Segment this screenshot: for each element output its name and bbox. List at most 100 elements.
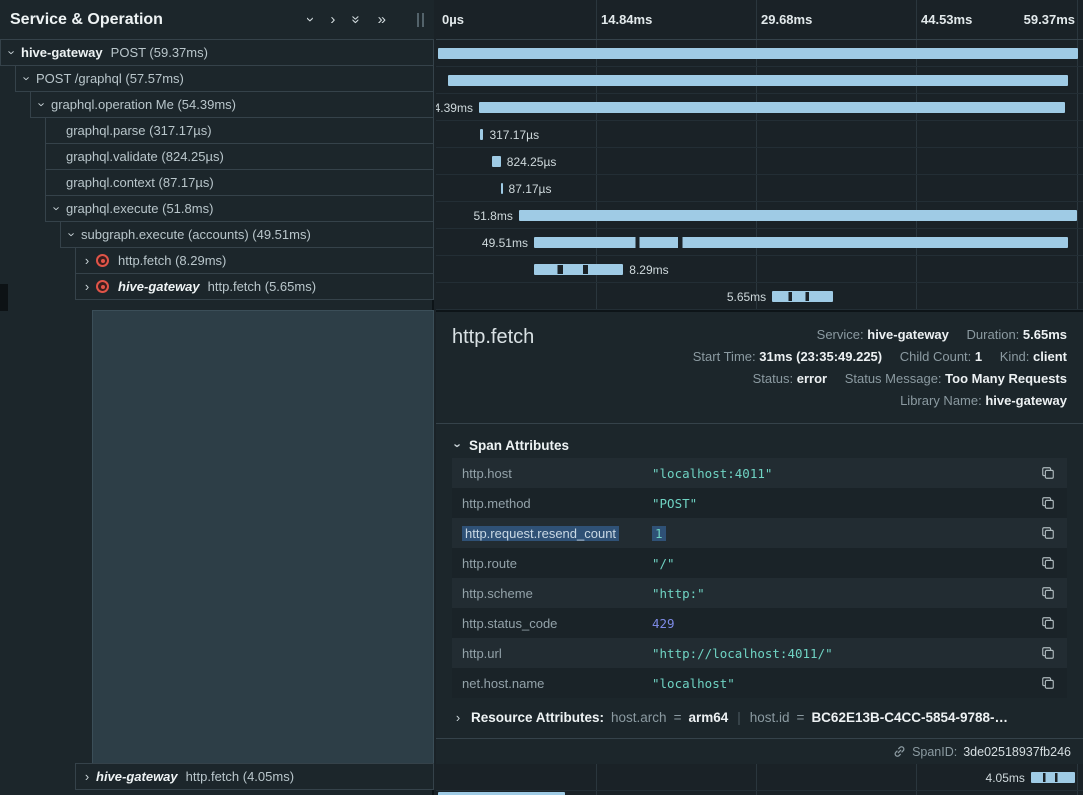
copy-button[interactable] — [1039, 494, 1057, 512]
attr-row[interactable]: net.host.name "localhost" — [452, 668, 1067, 698]
span-row[interactable]: › graphql.context (87.17µs) — [45, 169, 434, 196]
span-attributes-toggle[interactable]: › Span Attributes — [452, 432, 1067, 458]
timeline-row[interactable]: 824.25µs — [436, 148, 1083, 175]
attr-key: http.request.resend_count — [462, 526, 652, 541]
attr-row[interactable]: http.route "/" — [452, 548, 1067, 578]
chevron-right-icon[interactable]: › — [330, 12, 335, 27]
timeline-row[interactable]: 5.65ms — [436, 283, 1083, 310]
span-row[interactable]: › hive-gateway http.fetch (4.05ms) — [75, 763, 434, 790]
bar-duration-label: 51.8ms — [474, 209, 513, 223]
timeline-row[interactable]: 51.8ms — [436, 202, 1083, 229]
span-bar[interactable] — [534, 237, 1068, 248]
span-tree: › hive-gateway POST (59.37ms) › POST /gr… — [0, 40, 434, 300]
meta-value: 1 — [975, 349, 982, 364]
span-row[interactable]: › graphql.execute (51.8ms) — [45, 195, 434, 222]
span-row[interactable]: › graphql.validate (824.25µs) — [45, 143, 434, 170]
bar-duration-label: 87.17µs — [509, 182, 552, 196]
attr-value: "localhost:4011" — [652, 466, 1039, 481]
attr-row-selected[interactable]: http.request.resend_count 1 — [452, 518, 1067, 548]
attr-row[interactable]: http.status_code 429 — [452, 608, 1067, 638]
timeline-row[interactable]: 8.29ms — [436, 256, 1083, 283]
copy-button[interactable] — [1039, 524, 1057, 542]
span-label: graphql.operation Me (54.39ms) — [51, 97, 236, 112]
resource-value: BC62E13B-C4CC-5854-9788-2568… — [811, 710, 1011, 725]
meta-line: Start Time: 31ms (23:35:49.225) Child Co… — [693, 346, 1067, 368]
span-bar[interactable] — [534, 264, 623, 275]
chevron-right-icon[interactable]: › — [81, 770, 93, 783]
span-label: http.fetch (5.65ms) — [208, 279, 316, 294]
attr-key: http.status_code — [462, 616, 652, 631]
timeline-row[interactable]: 317.17µs — [436, 121, 1083, 148]
chevron-down-icon[interactable]: › — [66, 229, 79, 241]
span-row[interactable]: › http.fetch (8.29ms) — [75, 247, 434, 274]
timeline-row[interactable]: 54.39ms — [436, 94, 1083, 121]
span-label: subgraph.execute (accounts) (49.51ms) — [81, 227, 311, 242]
ruler-tick: 14.84ms — [601, 12, 652, 27]
span-row-selected[interactable]: › hive-gateway http.fetch (5.65ms) — [75, 273, 434, 300]
span-row[interactable]: › POST /graphql (57.57ms) — [15, 65, 434, 92]
ruler-tick: 29.68ms — [761, 12, 812, 27]
link-icon — [893, 745, 906, 758]
span-row[interactable]: › graphql.parse (317.17µs) — [45, 117, 434, 144]
copy-button[interactable] — [1039, 584, 1057, 602]
timeline-row[interactable]: 4.05ms — [436, 764, 1083, 791]
chevron-down-icon[interactable]: › — [36, 99, 49, 111]
meta-line: Status: error Status Message: Too Many R… — [693, 368, 1067, 390]
timeline-row[interactable]: 49.51ms — [436, 229, 1083, 256]
span-bar[interactable] — [438, 48, 1078, 59]
span-bar[interactable] — [501, 183, 503, 194]
attributes-table: http.host "localhost:4011" http.method "… — [452, 458, 1067, 698]
attr-value: 429 — [652, 616, 1039, 631]
ruler-tick: 59.37ms — [1024, 12, 1075, 27]
span-bar[interactable] — [519, 210, 1077, 221]
resize-handle-icon[interactable] — [417, 13, 424, 27]
chevron-right-icon[interactable]: › — [81, 254, 93, 267]
bar-duration-label: 5.65ms — [727, 290, 766, 304]
span-bar[interactable] — [479, 102, 1065, 113]
copy-button[interactable] — [1039, 644, 1057, 662]
meta-label: Service: — [817, 327, 864, 342]
span-bar[interactable] — [772, 291, 833, 302]
timeline-row[interactable]: 87.17µs — [436, 175, 1083, 202]
double-chevron-down-icon[interactable]: » — [349, 15, 364, 23]
attr-key: net.host.name — [462, 676, 652, 691]
span-bar[interactable] — [1031, 772, 1075, 783]
chevron-right-icon[interactable]: › — [81, 280, 93, 293]
attr-row[interactable]: http.scheme "http:" — [452, 578, 1067, 608]
copy-button[interactable] — [1039, 554, 1057, 572]
error-status-icon — [96, 254, 109, 267]
bar-duration-label: 317.17µs — [489, 128, 539, 142]
chevron-right-icon[interactable]: › — [452, 711, 464, 724]
copy-button[interactable] — [1039, 614, 1057, 632]
span-row[interactable]: › subgraph.execute (accounts) (49.51ms) — [60, 221, 434, 248]
span-bar[interactable] — [480, 129, 483, 140]
meta-value: hive-gateway — [867, 327, 949, 342]
service-name: hive-gateway — [21, 45, 103, 60]
resource-key: host.arch — [611, 710, 667, 725]
span-row[interactable]: › graphql.operation Me (54.39ms) — [30, 91, 434, 118]
bar-duration-label: 54.39ms — [436, 101, 473, 115]
span-bar[interactable] — [448, 75, 1069, 86]
double-chevron-right-icon[interactable]: » — [378, 12, 386, 27]
chevron-down-icon[interactable]: › — [303, 17, 318, 22]
attr-row[interactable]: http.method "POST" — [452, 488, 1067, 518]
meta-label: Duration: — [967, 327, 1020, 342]
chevron-down-icon[interactable]: › — [21, 73, 34, 85]
chevron-down-icon[interactable]: › — [6, 47, 19, 59]
timeline-ruler: 0µs 14.84ms 29.68ms 44.53ms 59.37ms — [436, 0, 1083, 40]
span-id-footer: SpanID: 3de02518937fb246 — [436, 738, 1083, 764]
selected-span-children-region[interactable] — [92, 310, 434, 764]
meta-line: Library Name: hive-gateway — [693, 390, 1067, 412]
attr-row[interactable]: http.url "http://localhost:4011/" — [452, 638, 1067, 668]
timeline-row[interactable] — [436, 67, 1083, 94]
timeline-row[interactable] — [436, 40, 1083, 67]
attr-value: "/" — [652, 556, 1039, 571]
span-bar[interactable] — [492, 156, 501, 167]
chevron-down-icon[interactable]: › — [51, 203, 64, 215]
resource-attributes-row[interactable]: › Resource Attributes: host.arch = arm64… — [452, 710, 1067, 725]
copy-button[interactable] — [1039, 674, 1057, 692]
span-id-value[interactable]: 3de02518937fb246 — [963, 745, 1071, 759]
span-row-root[interactable]: › hive-gateway POST (59.37ms) — [0, 39, 434, 66]
attr-row[interactable]: http.host "localhost:4011" — [452, 458, 1067, 488]
copy-button[interactable] — [1039, 464, 1057, 482]
